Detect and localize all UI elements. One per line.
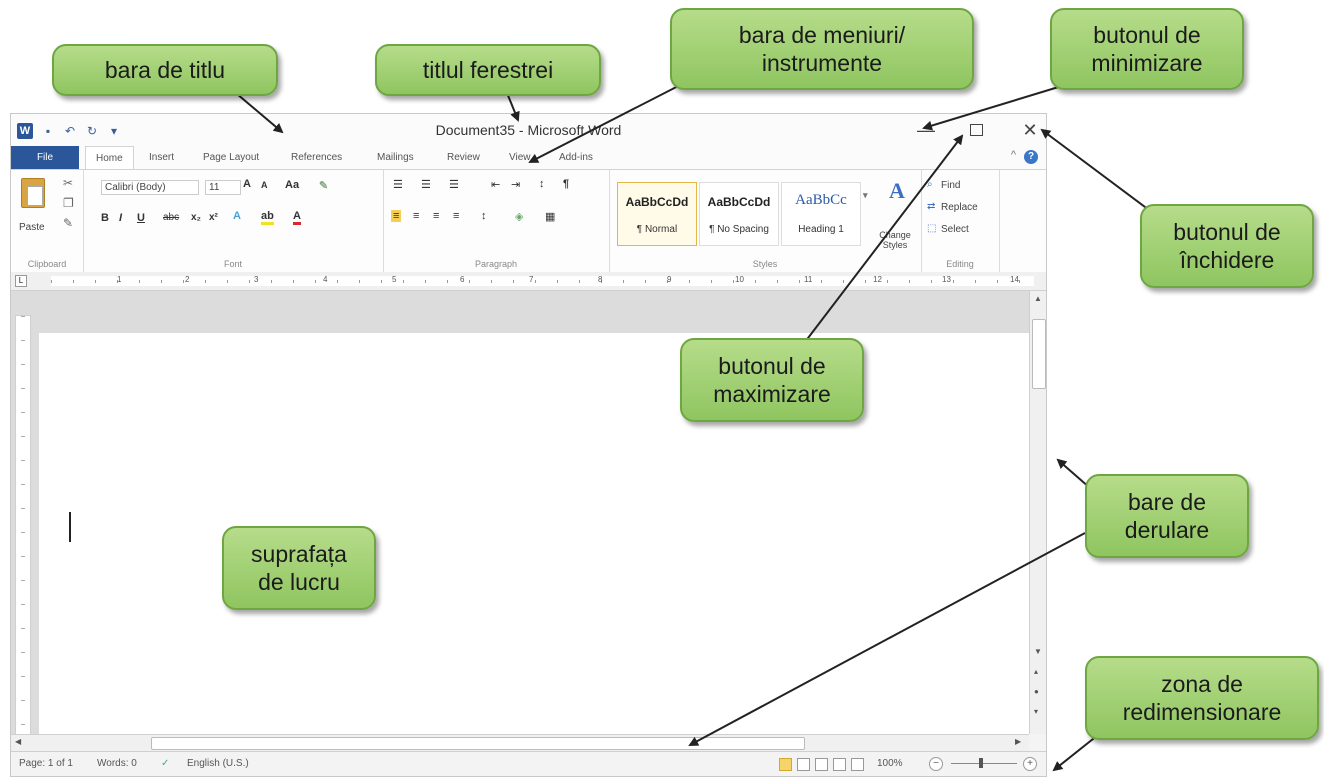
callout-work-area-line2: de lucru — [258, 569, 340, 595]
callout-scrollbars-line2: derulare — [1124, 517, 1210, 543]
callout-menu-bar-line1: bara de meniuri/ — [738, 22, 906, 48]
callout-menu-bar: bara de meniuri/ instrumente — [670, 8, 974, 90]
callout-work-area-line1: suprafața — [251, 541, 347, 567]
callout-window-title-text: titlul ferestrei — [422, 57, 554, 83]
callout-scrollbars: bare de derulare — [1085, 474, 1249, 558]
callout-resize: zona de redimensionare — [1085, 656, 1319, 740]
callout-maximize-line1: butonul de — [718, 353, 826, 379]
callout-close-line1: butonul de — [1173, 219, 1281, 245]
callout-menu-bar-line2: instrumente — [761, 50, 883, 76]
arrow-resize — [1052, 734, 1099, 772]
callout-minimize-line1: butonul de — [1093, 22, 1201, 48]
callout-minimize: butonul de minimizare — [1050, 8, 1244, 90]
callout-title-bar-text: bara de titlu — [104, 57, 226, 83]
callout-minimize-line2: minimizare — [1091, 50, 1203, 76]
callout-work-area: suprafața de lucru — [222, 526, 376, 610]
callout-resize-line1: zona de — [1161, 671, 1243, 697]
callout-maximize: butonul de maximizare — [680, 338, 864, 422]
callout-window-title: titlul ferestrei — [375, 44, 601, 96]
arrow-horizontal-scrollbar — [688, 532, 1086, 746]
callout-resize-line2: redimensionare — [1122, 699, 1282, 725]
callout-title-bar: bara de titlu — [52, 44, 278, 96]
callout-close: butonul de închidere — [1140, 204, 1314, 288]
arrow-maximize — [804, 134, 964, 343]
callout-close-line2: închidere — [1179, 247, 1275, 273]
callout-maximize-line2: maximizare — [713, 381, 831, 407]
callout-scrollbars-line1: bare de — [1127, 489, 1206, 515]
